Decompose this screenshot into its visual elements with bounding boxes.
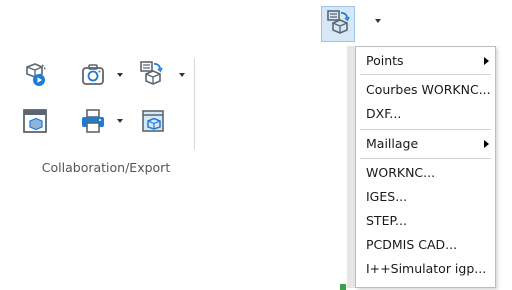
- chevron-down-icon[interactable]: [374, 17, 382, 25]
- menu-separator: [360, 129, 491, 130]
- menu-item-step[interactable]: STEP...: [356, 210, 495, 232]
- export-icon[interactable]: [325, 9, 351, 35]
- window-icon[interactable]: [22, 108, 48, 134]
- menu-item-label: PCDMIS CAD...: [366, 237, 458, 252]
- printer-icon[interactable]: [80, 108, 106, 134]
- menu-item-i-simulator[interactable]: I++Simulator igp...: [356, 258, 495, 280]
- menu-item-label: DXF...: [366, 106, 402, 121]
- menu-item-label: STEP...: [366, 213, 407, 228]
- menu-item-label: Points: [366, 53, 404, 68]
- menu-item-label: IGES...: [366, 189, 408, 204]
- status-indicator: [340, 284, 346, 290]
- camera-icon[interactable]: [80, 62, 106, 88]
- submenu-arrow-icon: [484, 57, 489, 65]
- menu-item-iges[interactable]: IGES...: [356, 186, 495, 208]
- package-icon[interactable]: [140, 108, 166, 134]
- chevron-down-icon[interactable]: [116, 71, 124, 79]
- menu-item-pcdmis-cad[interactable]: PCDMIS CAD...: [356, 234, 495, 256]
- chevron-down-icon[interactable]: [116, 117, 124, 125]
- group-label: Collaboration/Export: [41, 160, 171, 175]
- group-separator: [194, 58, 195, 150]
- menu-item-courbes-worknc[interactable]: Courbes WORKNC...: [356, 79, 495, 101]
- menu-item-maillage[interactable]: Maillage: [356, 133, 495, 155]
- menu-item-points[interactable]: Points: [356, 50, 495, 72]
- chevron-down-icon[interactable]: [178, 71, 186, 79]
- menu-item-label: I++Simulator igp...: [366, 261, 487, 276]
- share-cloud-play-icon[interactable]: [22, 62, 48, 88]
- menu-item-worknc[interactable]: WORKNC...: [356, 162, 495, 184]
- menu-item-label: Maillage: [366, 136, 419, 151]
- menu-item-dxf[interactable]: DXF...: [356, 103, 495, 125]
- menu-separator: [360, 74, 491, 75]
- menu-icon-column: [347, 46, 355, 288]
- submenu-arrow-icon: [484, 140, 489, 148]
- export-menu: Points Courbes WORKNC... DXF... Maillage…: [355, 46, 496, 288]
- export-icon[interactable]: [138, 60, 164, 86]
- menu-item-label: Courbes WORKNC...: [366, 82, 491, 97]
- menu-item-label: WORKNC...: [366, 165, 436, 180]
- menu-separator: [360, 158, 491, 159]
